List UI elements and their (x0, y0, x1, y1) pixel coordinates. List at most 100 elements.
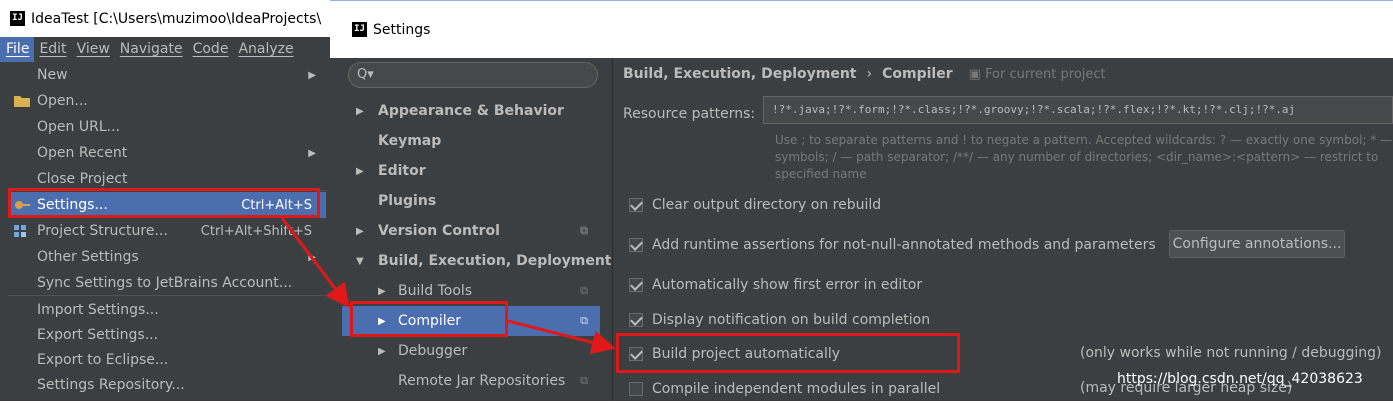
menu-item-label: Settings Repository... (37, 377, 185, 393)
menu-item-label: Close Project (37, 171, 128, 187)
menu-item-settings[interactable]: Settings... Ctrl+Alt+S (8, 192, 326, 218)
tree-item-appearance-behavior[interactable]: ▶ Appearance & Behavior (342, 96, 600, 126)
menu-view[interactable]: View (72, 37, 115, 62)
submenu-arrow-icon: ▶ (308, 251, 316, 263)
resource-patterns-input[interactable]: !?*.java;!?*.form;!?*.class;!?*.groovy;!… (763, 96, 1393, 124)
checkbox-checked[interactable] (629, 238, 643, 252)
menu-item-label: Open Recent (37, 145, 128, 161)
expand-arrow-icon: ▶ (378, 315, 386, 327)
help-line: symbols; / — path separator; /**/ — any … (775, 150, 1379, 164)
ide-window: IJ IdeaTest [C:\Users\muzimoo\IdeaProjec… (0, 0, 330, 401)
menu-item-label: Import Settings... (37, 302, 159, 318)
tree-item-label: Build Tools (398, 283, 473, 299)
menu-edit[interactable]: Edit (34, 37, 71, 62)
settings-wrench-icon (15, 201, 30, 209)
menu-item-label: Open URL... (37, 119, 120, 135)
menu-item-new[interactable]: New ▶ (8, 62, 326, 88)
tree-item-plugins[interactable]: Plugins (342, 186, 600, 216)
option-label: Add runtime assertions for not-null-anno… (652, 237, 1156, 253)
menu-separator (8, 190, 326, 191)
menu-item-import-settings[interactable]: Import Settings... (8, 297, 326, 323)
option-build-automatically[interactable]: Build project automatically (629, 340, 840, 368)
tree-item-keymap[interactable]: Keymap (342, 126, 600, 156)
tree-item-label: Keymap (378, 133, 442, 149)
checkbox-checked[interactable] (629, 347, 643, 361)
tree-item-label: Debugger (398, 343, 468, 359)
menu-item-label: Sync Settings to JetBrains Account... (37, 275, 293, 291)
expand-arrow-icon: ▶ (356, 165, 364, 177)
menu-separator (8, 295, 326, 296)
expand-arrow-icon: ▶ (356, 225, 364, 237)
checkbox-checked[interactable] (629, 278, 643, 292)
submenu-arrow-icon: ▶ (308, 147, 316, 159)
option-parallel-compile[interactable]: Compile independent modules in parallel (629, 375, 940, 403)
menu-analyze[interactable]: Analyze (233, 37, 298, 62)
checkbox-unchecked[interactable] (629, 382, 643, 396)
menu-item-label: Export Settings... (37, 327, 159, 343)
menu-item-project-structure[interactable]: Project Structure... Ctrl+Alt+Shift+S (8, 218, 326, 244)
project-scope-label: ▣ For current project (969, 67, 1106, 82)
tree-item-remote-jar-repositories[interactable]: Remote Jar Repositories ⧉ (342, 366, 600, 396)
collapse-arrow-icon: ▼ (356, 255, 364, 267)
settings-dialog: IJ Settings Q▾ ▶ Appearance & Behavior K… (330, 0, 1393, 401)
tree-item-compiler[interactable]: ▶ Compiler ⧉ (342, 306, 600, 336)
tree-item-label: Version Control (378, 223, 500, 239)
resource-patterns-label: Resource patterns: (623, 106, 756, 122)
resource-patterns-help: Use ; to separate patterns and ! to nega… (775, 132, 1393, 183)
menu-item-export-eclipse[interactable]: Export to Eclipse... (8, 347, 326, 373)
option-runtime-assertions[interactable]: Add runtime assertions for not-null-anno… (629, 231, 1156, 259)
menu-file[interactable]: File (0, 37, 35, 62)
ide-window-title: IdeaTest [C:\Users\muzimoo\IdeaProjects\ (31, 10, 322, 27)
tree-item-label: Compiler (398, 313, 462, 329)
option-label: Clear output directory on rebuild (652, 197, 882, 213)
option-label: Display notification on build completion (652, 312, 931, 328)
menu-item-label: Project Structure... (37, 223, 168, 239)
breadcrumb-part: Compiler (882, 66, 953, 82)
help-line: Use ; to separate patterns and ! to nega… (775, 133, 1393, 147)
checkbox-checked[interactable] (629, 313, 643, 327)
compiler-settings-panel: Build, Execution, Deployment › Compiler ▣ F… (613, 58, 1393, 401)
tree-item-debugger[interactable]: ▶ Debugger (342, 336, 600, 366)
help-line: specified name (775, 167, 867, 181)
settings-title-bar: IJ Settings (330, 0, 1393, 58)
project-scope-icon: ⧉ (580, 284, 588, 297)
menu-item-open-recent[interactable]: Open Recent ▶ (8, 140, 326, 166)
expand-arrow-icon: ▶ (356, 105, 364, 117)
submenu-arrow-icon: ▶ (308, 69, 316, 81)
shortcut-label: Ctrl+Alt+Shift+S (200, 223, 312, 239)
option-label: Build project automatically (652, 346, 841, 362)
option-build-notification[interactable]: Display notification on build completion (629, 306, 930, 334)
auto-build-note: (only works while not running / debuggin… (1080, 345, 1382, 361)
tree-item-label: Editor (378, 163, 426, 179)
menu-item-open-url[interactable]: Open URL... (8, 114, 326, 140)
checkbox-checked[interactable] (629, 198, 643, 212)
project-scope-icon: ⧉ (580, 374, 588, 387)
menu-item-open[interactable]: Open... (8, 88, 326, 114)
menu-item-other-settings[interactable]: Other Settings ▶ (8, 244, 326, 270)
menu-item-settings-repository[interactable]: Settings Repository... (8, 372, 326, 398)
tree-item-version-control[interactable]: ▶ Version Control ⧉ (342, 216, 600, 246)
configure-annotations-button[interactable]: Configure annotations... (1169, 230, 1345, 258)
project-scope-icon: ▣ (968, 67, 986, 82)
breadcrumb: Build, Execution, Deployment › Compiler ▣ F… (623, 66, 1106, 82)
settings-title: Settings (373, 21, 431, 38)
menu-item-close-project[interactable]: Close Project (8, 166, 326, 192)
settings-search-input[interactable]: Q▾ (348, 62, 598, 88)
menu-item-label: Export to Eclipse... (37, 352, 169, 368)
menu-navigate[interactable]: Navigate (115, 37, 188, 62)
option-clear-output[interactable]: Clear output directory on rebuild (629, 191, 881, 219)
tree-item-editor[interactable]: ▶ Editor (342, 156, 600, 186)
tree-item-label: Appearance & Behavior (378, 103, 564, 119)
option-show-first-error[interactable]: Automatically show first error in editor (629, 271, 922, 299)
menu-item-label: Other Settings (37, 249, 139, 265)
tree-item-build-execution-deployment[interactable]: ▼ Build, Execution, Deployment (342, 246, 612, 276)
menu-item-label: New (37, 67, 68, 83)
intellij-logo-icon: IJ (352, 22, 367, 37)
option-label: Compile independent modules in parallel (652, 381, 941, 397)
intellij-logo-icon: IJ (10, 11, 25, 26)
menu-item-export-settings[interactable]: Export Settings... (8, 322, 326, 348)
tree-item-build-tools[interactable]: ▶ Build Tools ⧉ (342, 276, 600, 306)
menu-item-sync-settings[interactable]: Sync Settings to JetBrains Account... (8, 270, 326, 296)
menu-code[interactable]: Code (188, 37, 234, 62)
shortcut-label: Ctrl+Alt+S (241, 197, 312, 213)
